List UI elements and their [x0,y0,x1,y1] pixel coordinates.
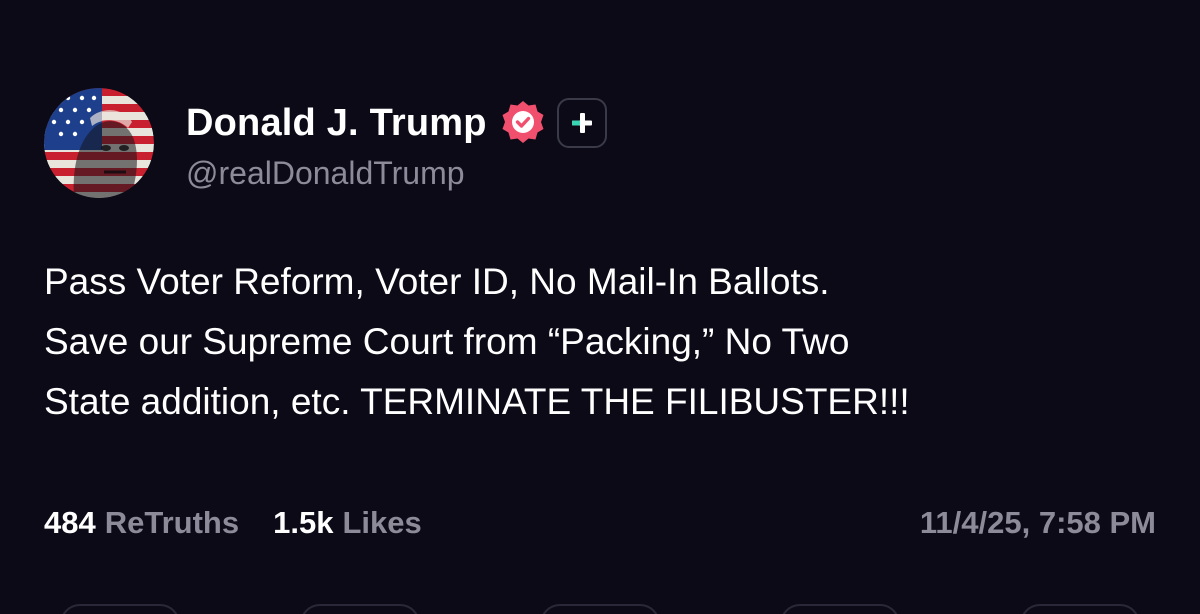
retruths-count: 484 [44,505,96,540]
author-name-row: Donald J. Trump [186,98,607,148]
post-body-line: State addition, etc. TERMINATE THE FILIB… [44,381,910,422]
reply-button[interactable] [60,604,180,614]
post-timestamp: 11/4/25, 7:58 PM [919,505,1156,540]
retruths-label: ReTruths [104,505,240,540]
author-display-name[interactable]: Donald J. Trump [186,102,487,145]
like-button[interactable] [540,604,660,614]
likes-label: Likes [342,505,422,540]
share-button[interactable] [780,604,900,614]
likes-stat[interactable]: 1.5k Likes [273,505,422,541]
likes-count: 1.5k [273,505,334,540]
verified-badge-icon [499,99,547,147]
plus-badge-icon[interactable] [556,98,607,148]
truth-post: Donald J. Trump @realDonaldTrump Pass Vo… [0,0,1200,614]
retruths-stat[interactable]: 484 ReTruths [44,505,239,541]
post-stats: 484 ReTruths 1.5k Likes [44,505,422,541]
author-handle[interactable]: @realDonaldTrump [186,155,465,192]
retruth-button[interactable] [300,604,420,614]
post-body: Pass Voter Reform, Voter ID, No Mail-In … [44,252,1174,432]
more-button[interactable] [1020,604,1140,614]
post-body-line: Save our Supreme Court from “Packing,” N… [44,321,850,362]
post-body-line: Pass Voter Reform, Voter ID, No Mail-In … [44,261,830,302]
action-bar [0,604,1200,614]
avatar[interactable] [44,88,154,198]
flag-portrait-avatar-icon [44,88,154,198]
